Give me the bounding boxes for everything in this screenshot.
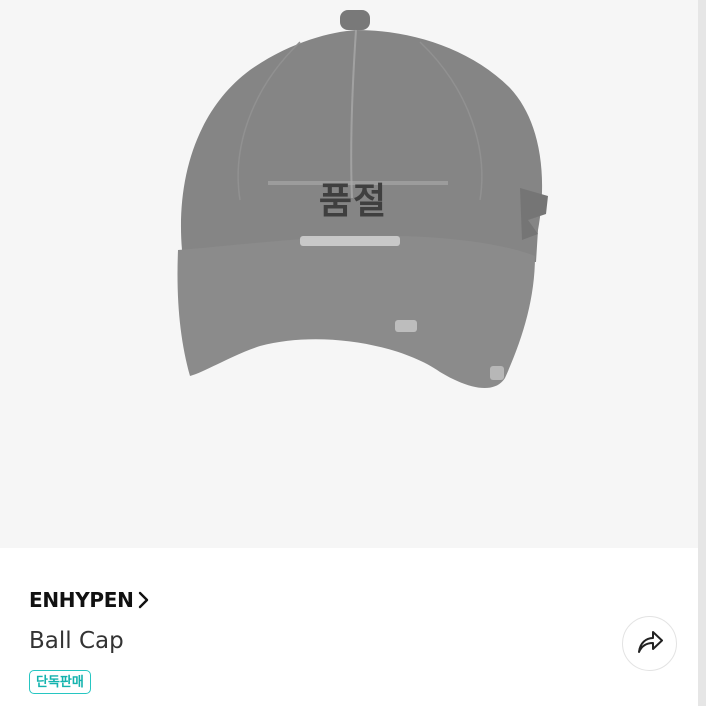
scrollbar-edge [698, 0, 706, 706]
exclusive-badge: 단독판매 [29, 670, 91, 694]
share-arrow-icon [636, 629, 664, 659]
product-name: Ball Cap [29, 628, 124, 654]
product-image-area[interactable]: 품절 [0, 0, 706, 548]
sold-out-overlay: 품절 [318, 181, 388, 222]
chevron-right-icon [138, 591, 150, 609]
share-button[interactable] [622, 616, 677, 671]
ball-cap-image [0, 0, 706, 548]
brand-name: ENHYPEN [29, 588, 134, 612]
brand-link[interactable]: ENHYPEN [29, 584, 150, 616]
